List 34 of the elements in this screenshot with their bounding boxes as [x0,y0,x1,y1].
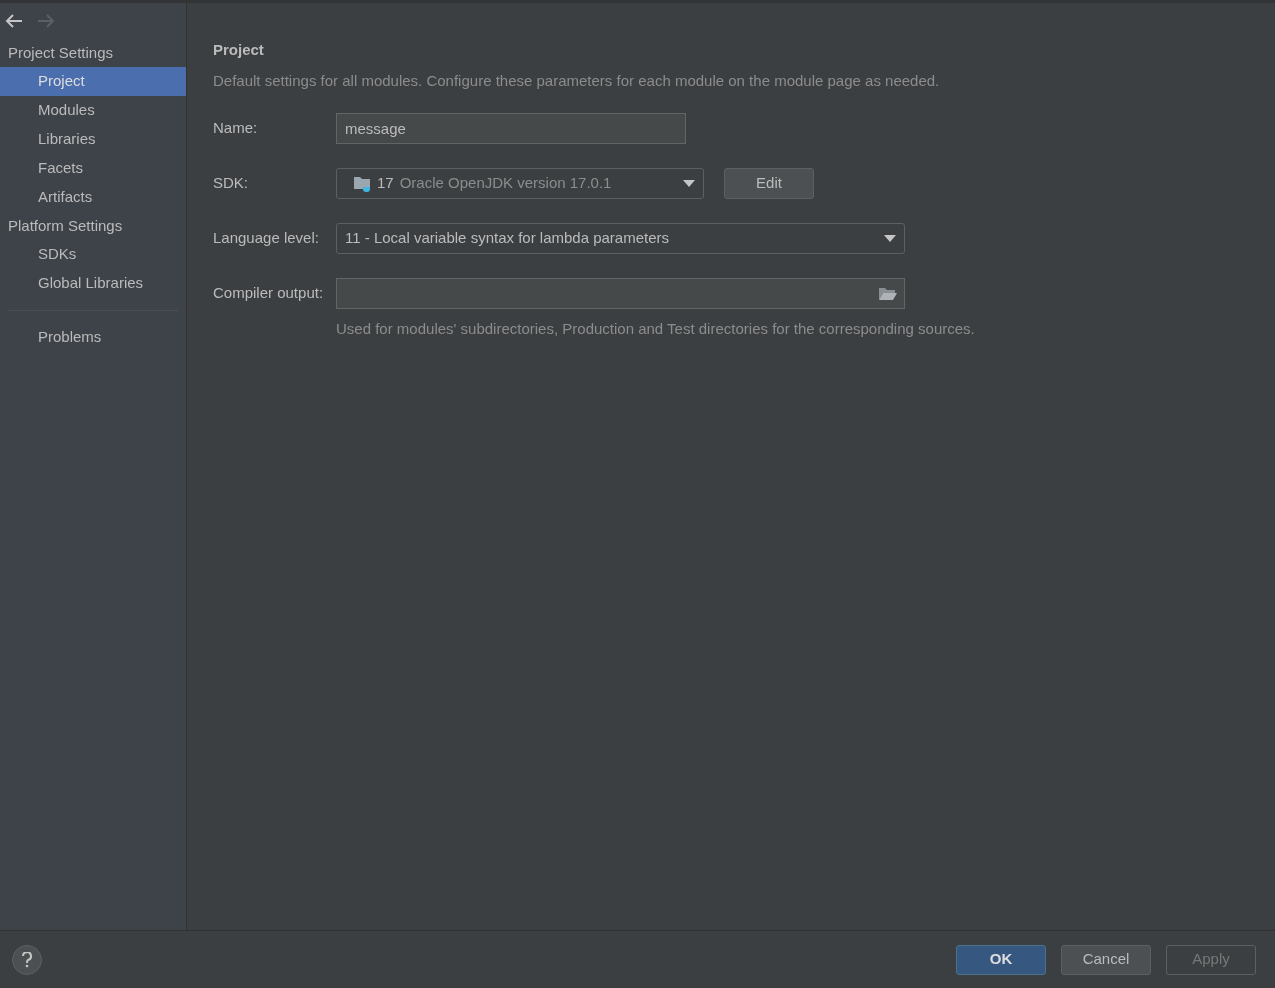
sdk-dropdown[interactable]: 17 Oracle OpenJDK version 17.0.1 [336,168,704,199]
compiler-output-field[interactable] [336,278,905,309]
help-icon [22,951,32,968]
language-level-dropdown[interactable]: 11 - Local variable syntax for lambda parameters [336,223,905,254]
field-label: SDK: [213,173,249,194]
panel-description: Default settings for all modules. Configure these parameters for each module on the module page as needed. [213,70,941,91]
back-arrow-icon[interactable] [5,14,23,28]
dialog-button[interactable]: OK [956,944,1046,975]
sidebar-item[interactable]: Libraries [0,125,186,154]
sidebar-item[interactable]: Problems [0,323,186,352]
sdk-name: Oracle OpenJDK version 17.0.1 [399,173,613,194]
field-label: Compiler output: [213,283,325,304]
sidebar-section-title: Project Settings [7,42,115,63]
dropdown-caret-icon [683,180,695,187]
field-label: Name: [213,118,259,139]
sidebar-item[interactable]: Project [0,67,186,96]
sidebar-item[interactable]: SDKs [0,240,186,269]
sidebar-item[interactable]: Facets [0,154,186,183]
panel-title: Project [213,40,265,60]
compiler-output-hint: Used for modules' subdirectories, Production and Test directories for the corresponding sources. [336,319,976,339]
sidebar-item[interactable]: Modules [0,96,186,125]
jdk-folder-icon [353,174,373,193]
dropdown-caret-icon [884,235,896,242]
help-button[interactable] [12,944,42,975]
sdk-version: 17 [377,173,394,194]
folder-icon[interactable] [878,286,898,301]
edit-button[interactable]: Edit [724,168,814,199]
sidebar-section-title: Platform Settings [7,215,124,236]
dropdown-value: 11 - Local variable syntax for lambda parameters [345,228,671,249]
field-label: Language level: [213,228,320,249]
name-input-field[interactable]: message [336,113,686,144]
sidebar-item[interactable]: Artifacts [0,183,186,212]
dialog-button[interactable]: Cancel [1061,944,1151,975]
sidebar-item[interactable]: Global Libraries [0,269,186,298]
